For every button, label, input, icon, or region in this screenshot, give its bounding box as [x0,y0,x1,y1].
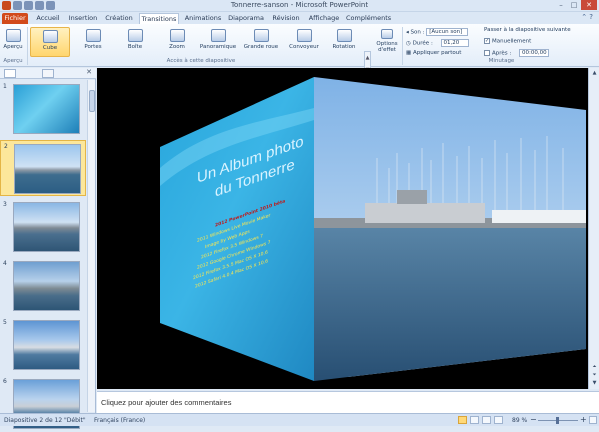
apply-all-button[interactable]: ▦ Appliquer partout [406,50,461,56]
prev-slide-icon[interactable]: ⏶ [590,364,599,370]
tab-addins[interactable]: Compléments [346,13,391,24]
tab-view[interactable]: Affichage [308,13,340,24]
help-icon[interactable]: ⌃ ? [581,13,593,21]
transition-doors[interactable]: Portes [78,27,108,57]
slides-scrollbar[interactable] [87,80,95,412]
after-advance-row: Après : 00:00,00 [484,49,549,57]
scroll-up-icon[interactable]: ▲ [590,70,599,76]
tab-review[interactable]: Révision [272,13,300,24]
ribbon-tabs: Fichier Accueil Insertion Création Trans… [0,12,599,24]
notes-pane[interactable]: Cliquez pour ajouter des commentaires [97,391,599,413]
box-transition-icon [127,29,143,42]
window-title: Tonnerre-sanson - Microsoft PowerPoint [230,1,369,9]
zoom-transition-icon [169,29,185,42]
duration-input[interactable]: 01,20 [440,39,469,47]
transition-cube[interactable]: Cube [30,27,70,57]
ship-hull [365,203,485,223]
title-bar: Tonnerre-sanson - Microsoft PowerPoint –… [0,0,599,12]
close-button[interactable]: ✕ [581,0,597,10]
tab-file[interactable]: Fichier [2,13,28,24]
apply-all-icon: ▦ [406,50,412,56]
slide-preview [13,202,80,252]
doors-transition-icon [85,29,101,42]
reading-view-icon[interactable] [482,416,491,424]
tab-design[interactable]: Création [104,13,134,24]
manual-checkbox[interactable]: ✓ [484,38,490,44]
slide-preview [14,144,81,194]
after-time-input[interactable]: 00:00,00 [519,49,549,57]
slideshow-icon[interactable] [494,416,503,424]
sound-icon: ◂ [406,29,409,36]
effect-options-icon [381,29,393,39]
editor-scrollbar[interactable]: ▲ ⏶ ⏷ ▼ [588,68,599,389]
transition-box[interactable]: Boîte [120,27,150,57]
scroll-down-icon[interactable]: ▼ [590,380,599,386]
language[interactable]: Français (France) [94,417,145,424]
group-label-timing: Minutage [488,58,515,64]
fit-to-window-icon[interactable] [589,416,597,424]
clock-icon: ◷ [406,40,411,47]
slide-thumbnail-4[interactable]: 4 [0,258,86,314]
slide-sorter-icon[interactable] [470,416,479,424]
effect-options-button[interactable]: Options d'effet [374,27,400,57]
maximize-button[interactable]: □ [568,0,580,10]
slide-thumbnail-5[interactable]: 5 [0,317,86,373]
slide-preview [13,84,80,134]
cube-right-face [314,77,586,381]
ferris-wheel-transition-icon [253,29,269,42]
after-checkbox[interactable] [484,50,490,56]
manual-advance-row: ✓ Manuellement [484,38,532,45]
transition-pan[interactable]: Panoramique [198,27,238,57]
outline-tab[interactable] [42,69,54,78]
scrollbar-thumb[interactable] [89,90,95,112]
slide-preview [13,261,80,311]
cube-transition-view: Un Album photo du Tonnerre 2012 PowerPoi… [160,77,586,381]
preview-icon [5,29,21,42]
tab-insert[interactable]: Insertion [68,13,98,24]
transition-zoom[interactable]: Zoom [162,27,192,57]
minimize-button[interactable]: – [555,0,567,10]
zoom-level[interactable]: 89 % [512,417,527,424]
preview-button[interactable]: Aperçu [2,27,24,57]
ribbon: Aperçu Aperçu Cube Portes Boîte Zoom Pan… [0,24,599,87]
transition-ferris-wheel[interactable]: Grande roue [242,27,280,57]
next-slide-icon[interactable]: ⏷ [590,372,599,378]
theme-name: "Débit" [64,417,86,424]
slide-thumbnail-2[interactable]: 2 [0,140,86,196]
tab-slideshow[interactable]: Diaporama [228,13,264,24]
slides-pane: ✕ 1 2 3 4 5 6 [0,68,96,429]
sound-row: ◂ Son : [Aucun son] [406,28,469,36]
pan-transition-icon [210,29,226,42]
sound-select[interactable]: [Aucun son] [426,28,469,36]
zoom-slider-knob[interactable] [556,417,559,424]
slide-thumbnail-3[interactable]: 3 [0,199,86,255]
close-pane-icon[interactable]: ✕ [86,68,92,76]
transition-conveyor[interactable]: Convoyeur [286,27,322,57]
group-label-transitions: Accès à cette diapositive [166,58,236,64]
status-bar: Diapositive 2 de 12 "Débit" Français (Fr… [0,413,599,426]
slide-thumbnail-1[interactable]: 1 [0,81,86,137]
conveyor-transition-icon [296,29,312,42]
group-label-preview: Aperçu [3,58,23,64]
zoom-out-icon[interactable]: − [530,415,537,424]
tab-animations[interactable]: Animations [184,13,222,24]
tab-transitions[interactable]: Transitions [139,13,179,24]
transition-rotate[interactable]: Rotation [328,27,360,57]
normal-view-icon[interactable] [458,416,467,424]
slide-counter: Diapositive 2 de 12 [4,417,63,424]
tab-home[interactable]: Accueil [34,13,62,24]
zoom-in-icon[interactable]: + [580,415,587,424]
cube-transition-icon [42,30,58,43]
notes-placeholder[interactable]: Cliquez pour ajouter des commentaires [101,398,231,407]
duration-row: ◷ Durée : 01,20 [406,39,469,47]
slide-preview [13,320,80,370]
advance-title: Passer à la diapositive suivante [484,27,571,33]
slide-editing-area[interactable]: Un Album photo du Tonnerre 2012 PowerPoi… [97,68,588,389]
rotate-transition-icon [336,29,352,42]
slides-tab[interactable] [4,69,16,78]
